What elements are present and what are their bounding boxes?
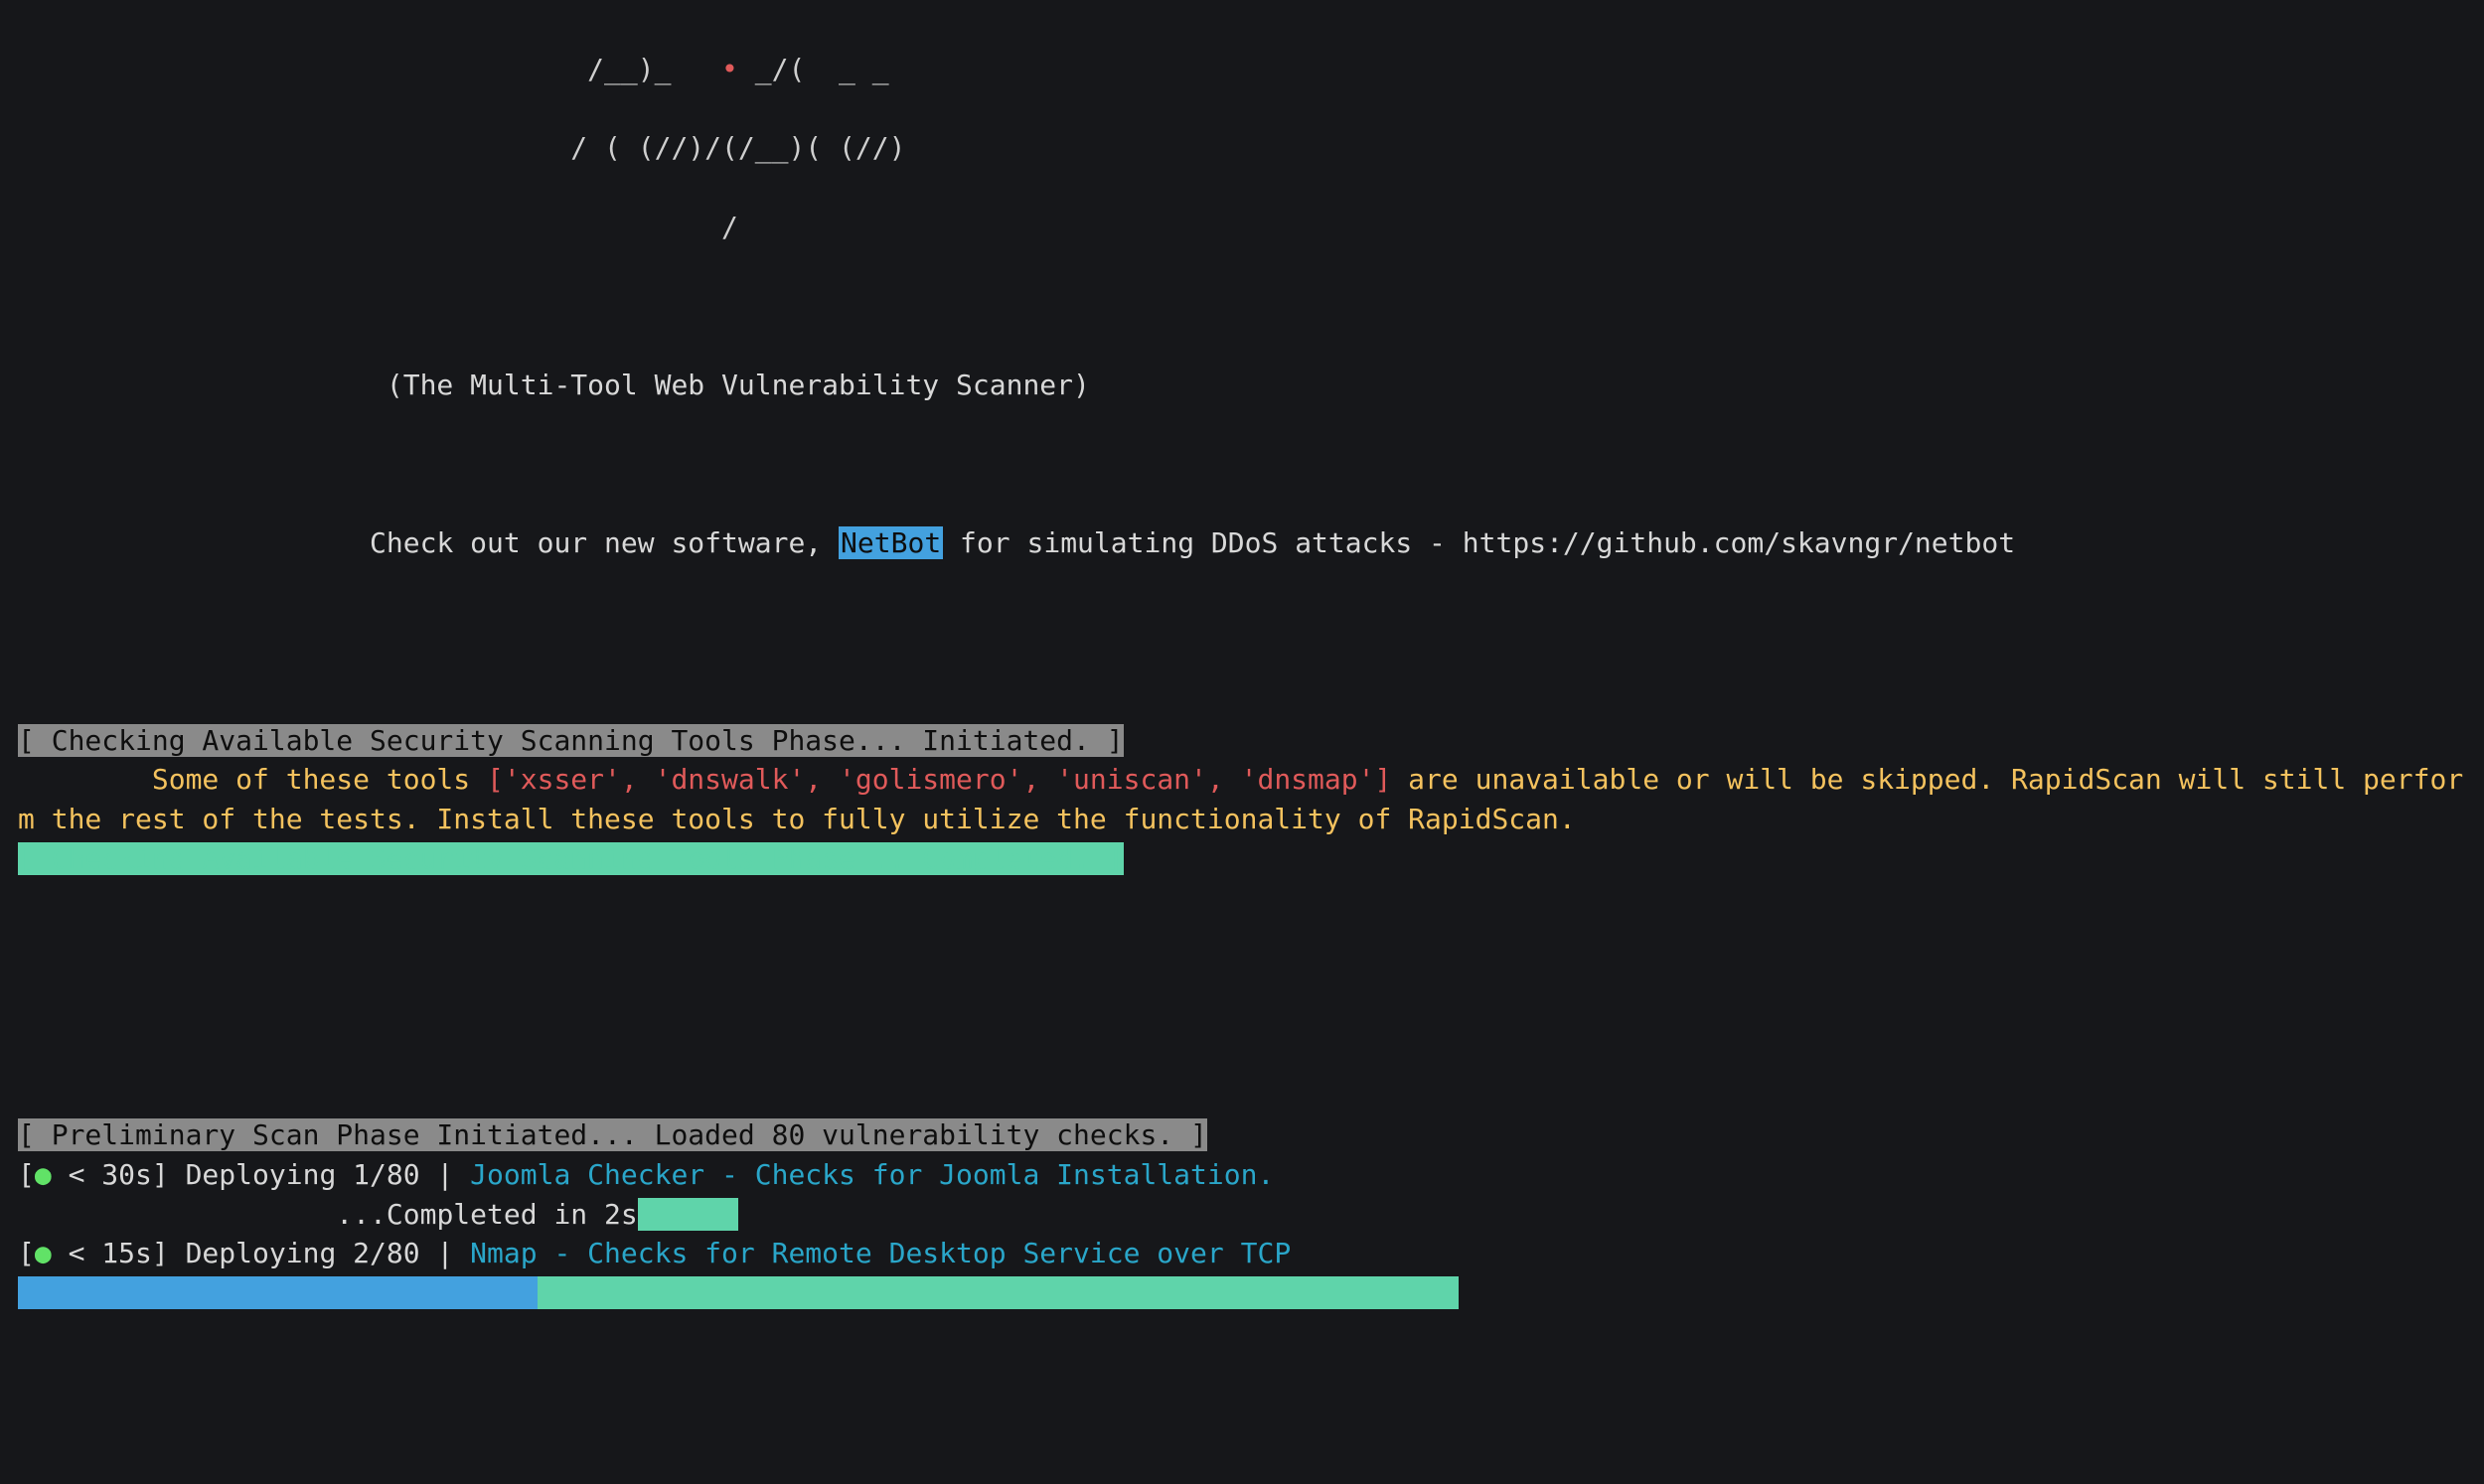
completed-text-1: ...Completed in 2s (18, 1198, 638, 1231)
netbot-highlight: NetBot (839, 526, 943, 559)
ascii-art-line-2: / ( (//)/(/__)( (//) (18, 128, 2466, 168)
check-desc-2: Nmap - Checks for Remote Desktop Service… (470, 1237, 1291, 1269)
phase1-completed-bar: [ Checking Available Security Scanning T… (18, 842, 1124, 875)
check-line-1: [● < 30s] Deploying 1/80 | Joomla Checke… (18, 1158, 1274, 1191)
terminal-output: /__)_ • _/( _ _ / ( (//)/(/__)( (//) / (… (0, 0, 2484, 1313)
check-1-completed: ...Completed in 2s (18, 1198, 738, 1231)
subtitle: (The Multi-Tool Web Vulnerability Scanne… (18, 366, 2466, 405)
ascii-art-line-3: / (18, 208, 2466, 247)
timing-1: < 30s] (52, 1158, 186, 1191)
progress-blue-segment (18, 1276, 538, 1309)
promo-after: for simulating DDoS attacks - (943, 526, 1463, 559)
phase1-warning: Some of these tools ['xsser', 'dnswalk',… (18, 763, 2463, 835)
status-bullet-icon: ● (35, 1237, 52, 1269)
ascii-dot-icon: • (721, 53, 738, 85)
check-desc-1: Joomla Checker - Checks for Joomla Insta… (470, 1158, 1274, 1191)
bracket-open: [ (18, 1158, 35, 1191)
progress-bar-2 (18, 1276, 1459, 1309)
ascii-art-line-1: /__)_ • _/( _ _ (18, 50, 2466, 89)
check-line-2: [● < 15s] Deploying 2/80 | Nmap - Checks… (18, 1237, 1291, 1269)
progress-green-segment (538, 1276, 1459, 1309)
status-bullet-icon: ● (35, 1158, 52, 1191)
phase1-header: [ Checking Available Security Scanning T… (18, 724, 1124, 757)
deploy-2: Deploying 2/80 | (186, 1237, 471, 1269)
promo-before: Check out our new software, (18, 526, 839, 559)
promo-url: https://github.com/skavngr/netbot (1463, 526, 2015, 559)
missing-tools-list: ['xsser', 'dnswalk', 'golismero', 'unisc… (487, 763, 1391, 796)
deploy-1: Deploying 1/80 | (186, 1158, 471, 1191)
bracket-open: [ (18, 1237, 35, 1269)
timing-2: < 15s] (52, 1237, 186, 1269)
completed-green-block (638, 1198, 738, 1231)
phase2-header: [ Preliminary Scan Phase Initiated... Lo… (18, 1118, 1207, 1151)
warn-text-a: Some of these tools (18, 763, 487, 796)
promo-line: Check out our new software, NetBot for s… (18, 526, 2015, 559)
